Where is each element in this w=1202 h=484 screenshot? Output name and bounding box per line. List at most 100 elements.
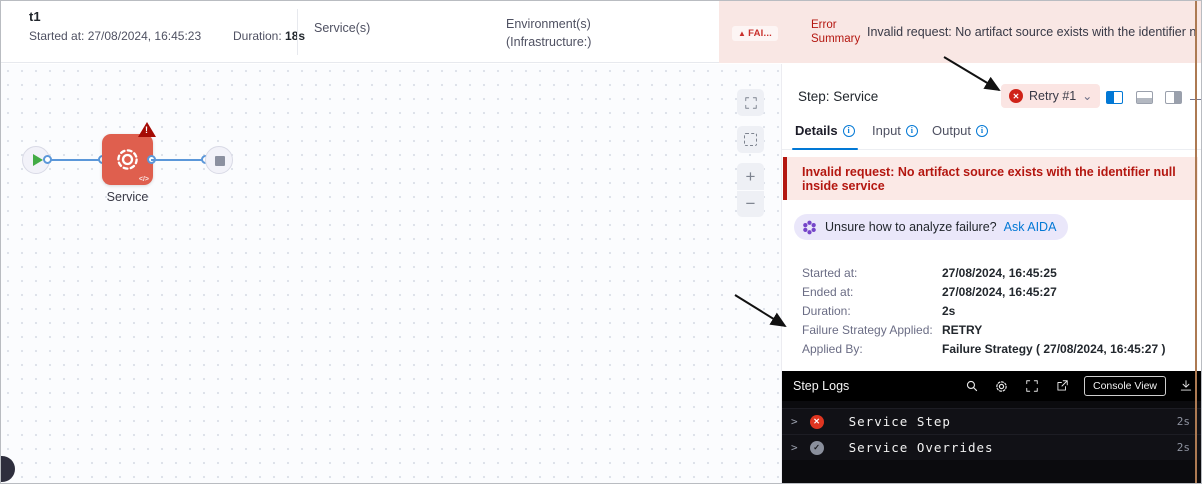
service-step-node[interactable]: </> bbox=[102, 134, 153, 185]
detail-value: 27/08/2024, 16:45:25 bbox=[942, 265, 1057, 280]
duration-value: 18s bbox=[285, 29, 306, 43]
end-node[interactable] bbox=[205, 146, 233, 174]
failed-badge-label: FAI... bbox=[748, 28, 773, 39]
detail-value: 27/08/2024, 16:45:27 bbox=[942, 284, 1057, 299]
execution-header: t1 Started at: 27/08/2024, 16:45:23 Dura… bbox=[1, 1, 719, 63]
failed-status-icon: ✕ bbox=[809, 414, 824, 429]
service-node-label: Service bbox=[106, 190, 149, 204]
panel-tabs: Details i Input i Output i bbox=[782, 119, 1201, 150]
tab-details[interactable]: Details i bbox=[795, 123, 855, 138]
fullscreen-icon bbox=[744, 96, 757, 109]
window-right-edge bbox=[1195, 1, 1197, 483]
environments-column-label: Environment(s) (Infrastructure:) bbox=[506, 15, 591, 51]
error-summary-label: Error Summary bbox=[811, 19, 861, 45]
check-glyph: ✓ bbox=[813, 443, 820, 452]
tab-input[interactable]: Input i bbox=[872, 123, 918, 138]
detail-value: RETRY bbox=[942, 322, 983, 337]
search-icon[interactable] bbox=[964, 378, 980, 394]
layout-bottom-panel-button[interactable] bbox=[1136, 91, 1153, 104]
retry-dropdown-button[interactable]: ✕ Retry #1 ⌄ bbox=[1001, 84, 1101, 108]
log-row-service-overrides[interactable]: > ✓ Service Overrides 2s bbox=[782, 434, 1201, 460]
marquee-select-button[interactable] bbox=[737, 126, 764, 153]
info-icon[interactable]: i bbox=[905, 124, 918, 137]
port-start-out bbox=[43, 155, 52, 164]
services-column-label: Service(s) bbox=[314, 21, 371, 35]
log-row-service-step[interactable]: > ✕ Service Step 2s bbox=[782, 408, 1201, 434]
play-icon bbox=[33, 154, 43, 166]
duration-label: Duration: bbox=[233, 29, 286, 43]
layout-left-panel-button[interactable] bbox=[1106, 91, 1123, 104]
detail-label: Applied By: bbox=[802, 341, 863, 356]
console-view-button[interactable]: Console View bbox=[1083, 376, 1166, 396]
cursor-blob bbox=[1, 456, 15, 482]
plus-icon: + bbox=[745, 166, 756, 186]
node-warning-icon: ▲! bbox=[138, 122, 156, 137]
tab-output-label: Output bbox=[932, 123, 972, 138]
aida-question-text: Unsure how to analyze failure? bbox=[825, 220, 997, 234]
detail-label: Failure Strategy Applied: bbox=[802, 322, 933, 337]
fullscreen-icon[interactable] bbox=[1024, 378, 1040, 394]
step-details-list: Started at: 27/08/2024, 16:45:25 Ended at… bbox=[802, 263, 1192, 358]
app-window: t1 Started at: 27/08/2024, 16:45:23 Dura… bbox=[0, 0, 1202, 484]
panel-title: Step: Service bbox=[798, 89, 879, 104]
code-icon: </> bbox=[138, 176, 149, 183]
warning-icon: ▲ bbox=[738, 29, 747, 38]
info-icon[interactable]: i bbox=[842, 124, 855, 137]
log-row-title: Service Step bbox=[848, 414, 951, 429]
environments-label: Environment(s) bbox=[506, 17, 591, 31]
detail-row: Duration: 2s bbox=[802, 301, 1192, 320]
started-at-text: Started at: 27/08/2024, 16:45:23 bbox=[29, 29, 202, 43]
tab-input-label: Input bbox=[872, 123, 901, 138]
detail-value: Failure Strategy ( 27/08/2024, 16:45:27 … bbox=[942, 341, 1166, 356]
layout-right-panel-button[interactable] bbox=[1165, 91, 1182, 104]
settings-gear-icon[interactable] bbox=[994, 378, 1010, 394]
detail-label: Started at: bbox=[802, 265, 858, 280]
pipeline-canvas[interactable]: </> ▲! Service + − bbox=[1, 64, 781, 483]
cross-glyph: ✕ bbox=[813, 417, 820, 426]
detail-label: Duration: bbox=[802, 303, 851, 318]
marquee-icon bbox=[744, 133, 757, 146]
detail-row-failure-strategy: Failure Strategy Applied: RETRY bbox=[802, 320, 1192, 339]
tab-output[interactable]: Output i bbox=[932, 123, 989, 138]
detail-value: 2s bbox=[942, 303, 956, 318]
zoom-out-button[interactable]: − bbox=[737, 191, 764, 217]
tab-details-label: Details bbox=[795, 123, 838, 138]
log-row-duration: 2s bbox=[1176, 415, 1190, 428]
info-glyph: i bbox=[847, 126, 850, 135]
edge-start-to-service bbox=[47, 159, 103, 161]
detail-row: Ended at: 27/08/2024, 16:45:27 bbox=[802, 282, 1192, 301]
cross-glyph: ✕ bbox=[1012, 91, 1020, 101]
error-summary-strip: ▲ FAI... Error Summary Invalid request: N… bbox=[719, 1, 1201, 63]
aida-flower-icon bbox=[803, 220, 816, 234]
header-divider bbox=[297, 9, 298, 55]
error-summary-message: Invalid request: No artifact source exis… bbox=[867, 25, 1197, 39]
log-row-duration: 2s bbox=[1176, 441, 1190, 454]
console-title: Step Logs bbox=[793, 379, 850, 393]
aida-suggestion-pill[interactable]: Unsure how to analyze failure? Ask AIDA bbox=[794, 214, 1069, 240]
success-status-icon: ✓ bbox=[809, 440, 824, 455]
fit-view-button[interactable] bbox=[737, 89, 764, 116]
infrastructure-label: (Infrastructure:) bbox=[506, 35, 592, 49]
chevron-down-icon: ⌄ bbox=[1082, 89, 1093, 103]
detail-row: Started at: 27/08/2024, 16:45:25 bbox=[802, 263, 1192, 282]
chevron-right-icon[interactable]: > bbox=[791, 441, 798, 454]
error-banner-text: Invalid request: No artifact source exis… bbox=[802, 164, 1176, 193]
detail-row: Applied By: Failure Strategy ( 27/08/2024… bbox=[802, 339, 1192, 358]
detail-label: Ended at: bbox=[802, 284, 854, 299]
chevron-right-icon[interactable]: > bbox=[791, 415, 798, 428]
zoom-in-button[interactable]: + bbox=[737, 163, 764, 190]
error-message-banner: Invalid request: No artifact source exis… bbox=[783, 157, 1198, 200]
duration-text: Duration: 18s bbox=[233, 29, 305, 43]
gear-icon bbox=[117, 149, 138, 170]
minus-icon: − bbox=[745, 194, 756, 213]
info-icon[interactable]: i bbox=[976, 124, 989, 137]
failed-status-badge[interactable]: ▲ FAI... bbox=[732, 26, 779, 41]
active-tab-underline bbox=[792, 147, 858, 150]
open-external-icon[interactable] bbox=[1054, 378, 1070, 394]
download-icon[interactable] bbox=[1178, 378, 1194, 394]
info-glyph: i bbox=[910, 126, 914, 135]
retry-label: Retry #1 bbox=[1029, 89, 1077, 103]
info-glyph: i bbox=[980, 126, 984, 135]
ask-aida-link[interactable]: Ask AIDA bbox=[1004, 220, 1057, 234]
pipeline-run-title: t1 bbox=[29, 9, 41, 24]
